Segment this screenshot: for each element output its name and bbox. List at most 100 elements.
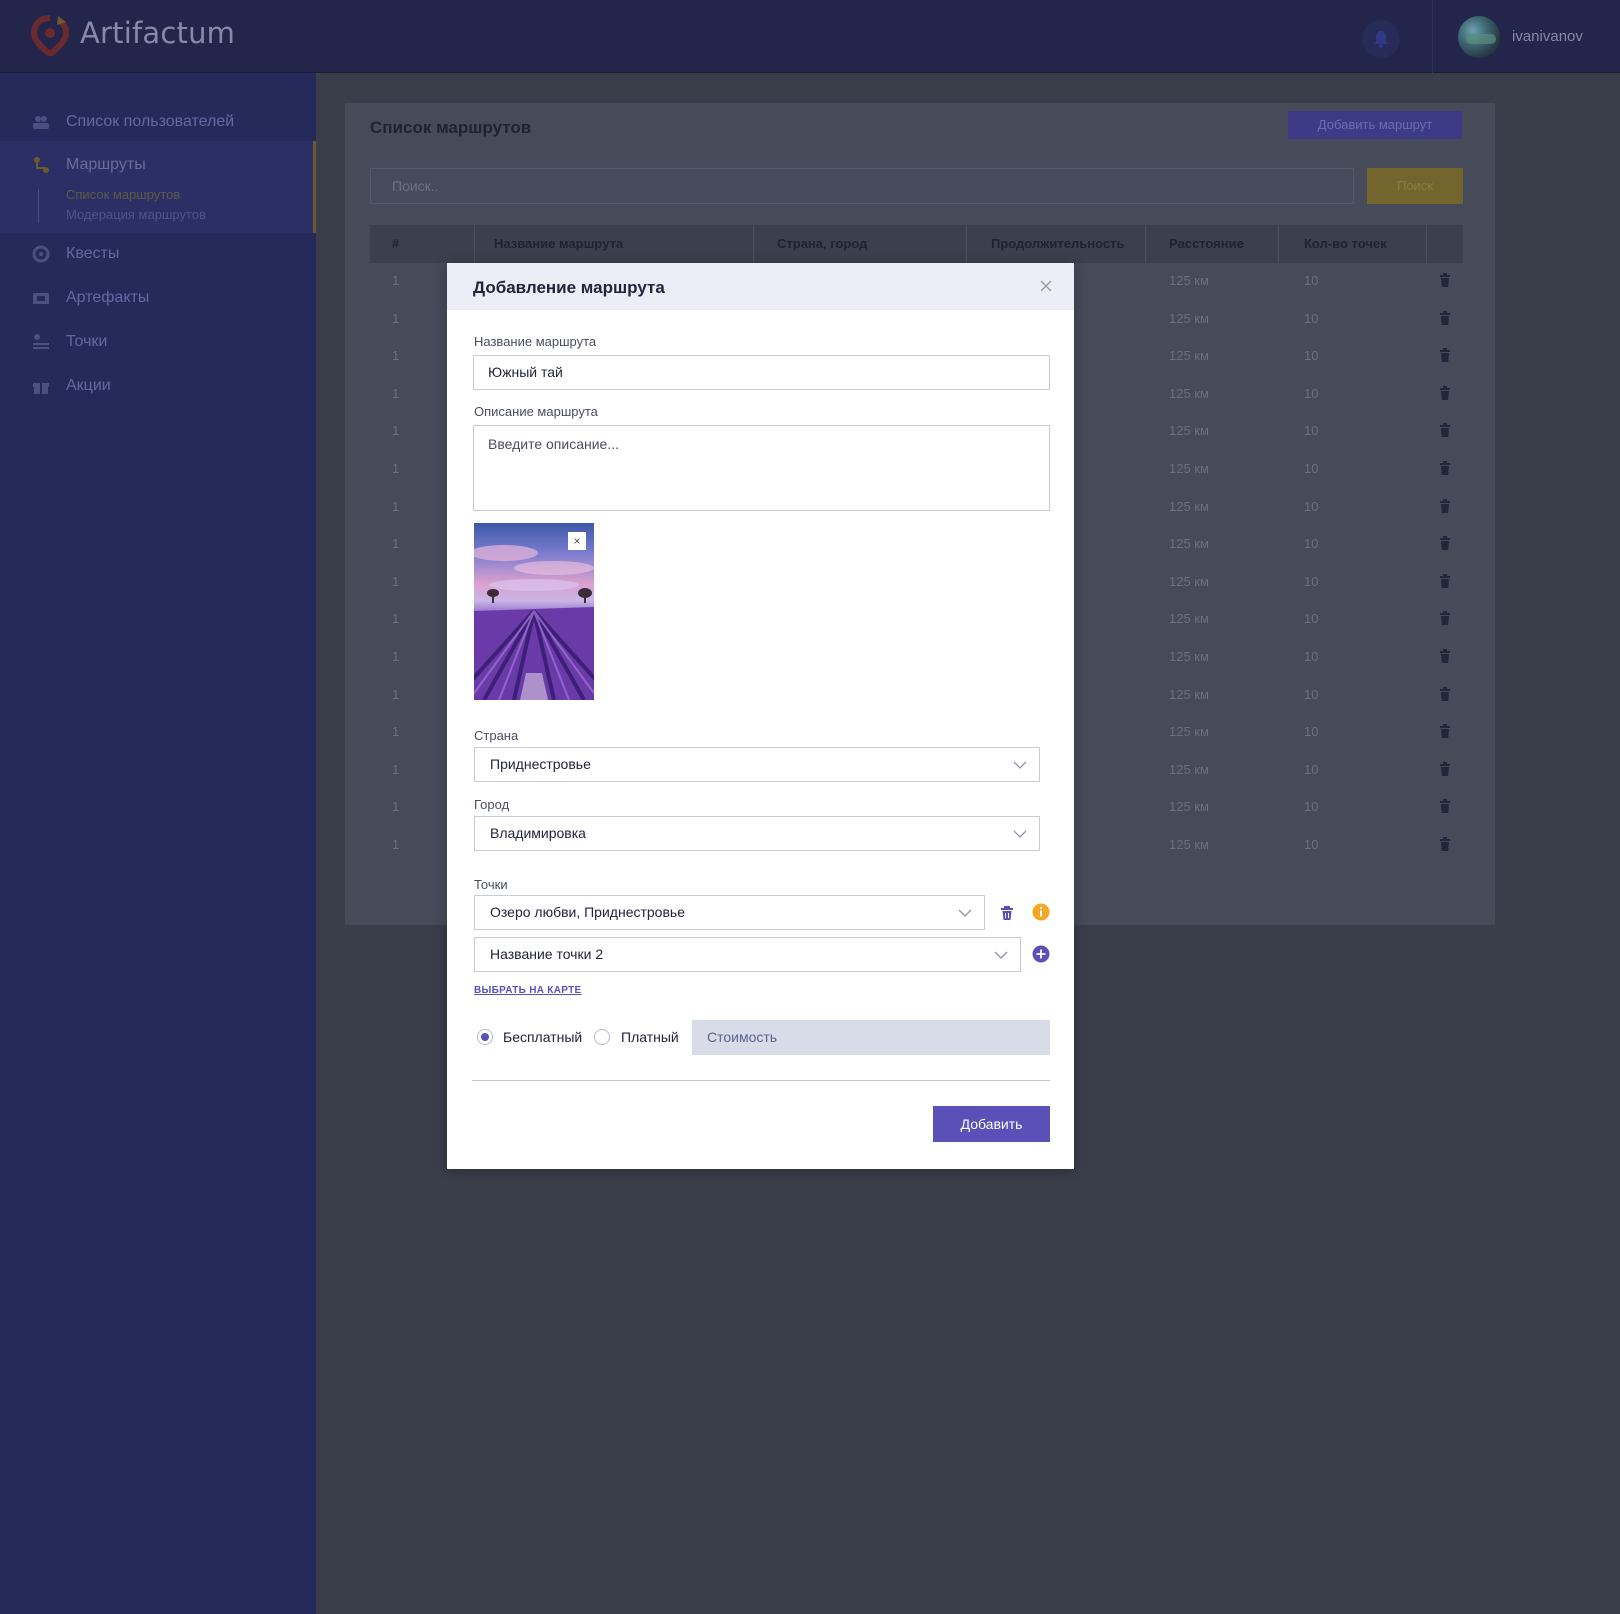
row-points-count: 10 (1304, 310, 1319, 326)
row-number: 1 (392, 573, 400, 589)
sidebar-item-artifacts[interactable]: Артефакты (0, 277, 316, 321)
row-points-count: 10 (1304, 611, 1319, 627)
info-icon[interactable] (1032, 903, 1050, 921)
country-label: Страна (474, 728, 519, 743)
delete-row-icon[interactable] (1439, 423, 1451, 438)
column-divider (1426, 225, 1427, 263)
row-points-count: 10 (1304, 837, 1319, 852)
delete-row-icon[interactable] (1439, 761, 1451, 776)
delete-row-icon[interactable] (1439, 799, 1451, 814)
route-icon (34, 157, 49, 173)
column-divider (966, 225, 967, 263)
sidebar-item-label: Квесты (66, 245, 120, 262)
city-value: Владимировка (490, 825, 586, 841)
row-number: 1 (392, 461, 400, 476)
column-divider (474, 225, 475, 263)
sidebar-item-quests[interactable]: Квесты (0, 233, 316, 277)
row-points-count: 10 (1304, 761, 1319, 777)
sidebar-item-users[interactable]: Список пользователей (0, 101, 316, 145)
point-1-select[interactable]: Озеро любви, Приднестровье (474, 895, 985, 930)
row-distance: 125 км (1169, 649, 1209, 664)
sidebar-item-label: Маршруты (66, 156, 146, 173)
row-points-count: 10 (1304, 461, 1319, 476)
delete-row-icon[interactable] (1439, 385, 1451, 400)
row-number: 1 (392, 686, 400, 702)
add-point-icon[interactable] (1032, 945, 1050, 963)
sidebar-item-promotions[interactable]: Акции (0, 365, 316, 409)
row-number: 1 (392, 837, 400, 852)
sidebar-subitem-route-moderation[interactable]: Модерация маршрутов (66, 207, 206, 222)
quest-icon (32, 245, 50, 263)
country-select[interactable]: Приднестровье (474, 747, 1040, 782)
delete-row-icon[interactable] (1439, 573, 1451, 588)
choose-on-map-link[interactable]: ВЫБРАТЬ НА КАРТЕ (474, 985, 581, 996)
row-distance: 125 км (1169, 837, 1209, 852)
delete-row-icon[interactable] (1439, 348, 1451, 363)
column-header: Расстояние (1169, 236, 1244, 251)
free-radio-label: Бесплатный (503, 1029, 583, 1045)
row-number: 1 (392, 310, 400, 326)
country-value: Приднестровье (490, 756, 591, 772)
row-distance: 125 км (1169, 724, 1209, 740)
row-points-count: 10 (1304, 799, 1319, 815)
modal-header: Добавление маршрута (447, 263, 1074, 310)
row-points-count: 10 (1304, 385, 1319, 401)
delete-row-icon[interactable] (1439, 498, 1451, 513)
point-2-select[interactable]: Название точки 2 (474, 937, 1021, 972)
point-2-value: Название точки 2 (490, 946, 604, 962)
paid-radio[interactable] (594, 1029, 610, 1045)
delete-row-icon[interactable] (1439, 686, 1451, 701)
add-route-button[interactable]: Добавить маршрут (1288, 111, 1462, 139)
row-distance: 125 км (1169, 611, 1209, 627)
column-header: # (392, 236, 400, 251)
row-points-count: 10 (1304, 573, 1319, 589)
artifact-icon (33, 293, 49, 304)
table-header: # Название маршрута Страна, город Продол… (370, 225, 1463, 263)
avatar[interactable] (1458, 16, 1500, 58)
notifications-button[interactable] (1362, 20, 1400, 58)
gift-icon (33, 383, 49, 394)
row-distance: 125 км (1169, 761, 1209, 777)
search-input[interactable]: Поиск.. (370, 168, 1354, 204)
point-1-value: Озеро любви, Приднестровье (490, 904, 685, 920)
submit-button[interactable]: Добавить (933, 1106, 1050, 1142)
row-number: 1 (392, 536, 400, 552)
sidebar-item-routes[interactable]: Маршруты (0, 144, 316, 188)
bell-icon (1374, 31, 1388, 48)
row-number: 1 (392, 724, 400, 740)
route-photo: × (474, 523, 594, 700)
row-distance: 125 км (1169, 498, 1209, 514)
city-select[interactable]: Владимировка (474, 816, 1040, 851)
delete-row-icon[interactable] (1439, 536, 1451, 551)
delete-point-icon[interactable] (998, 904, 1016, 922)
delete-row-icon[interactable] (1439, 724, 1451, 739)
chevron-down-icon (994, 951, 1008, 959)
sidebar-subitem-route-list[interactable]: Список маршрутов (66, 187, 180, 202)
delete-row-icon[interactable] (1439, 649, 1451, 663)
row-distance: 125 км (1169, 536, 1209, 552)
route-description-textarea[interactable]: Введите описание... (473, 425, 1050, 511)
delete-row-icon[interactable] (1439, 461, 1451, 475)
sidebar-item-label: Список пользователей (66, 113, 235, 130)
add-route-modal: Добавление маршрута Название маршрута Юж… (447, 263, 1074, 1169)
row-points-count: 10 (1304, 686, 1319, 702)
cost-input[interactable]: Стоимость (692, 1020, 1050, 1055)
paid-radio-label: Платный (621, 1029, 679, 1045)
username[interactable]: ivanivanov (1512, 28, 1583, 45)
row-number: 1 (392, 611, 400, 627)
search-button[interactable]: Поиск (1367, 168, 1463, 204)
route-name-input[interactable]: Южный тай (473, 355, 1050, 390)
delete-row-icon[interactable] (1439, 310, 1451, 325)
row-distance: 125 км (1169, 423, 1209, 439)
sidebar-item-points[interactable]: Точки (0, 321, 316, 365)
free-radio[interactable] (477, 1029, 493, 1045)
delete-row-icon[interactable] (1439, 837, 1451, 851)
column-header: Продолжительность (991, 236, 1125, 251)
delete-row-icon[interactable] (1439, 611, 1451, 626)
close-icon[interactable] (1037, 277, 1055, 295)
row-points-count: 10 (1304, 724, 1319, 740)
route-description-label: Описание маршрута (474, 404, 598, 419)
delete-row-icon[interactable] (1439, 273, 1451, 287)
row-number: 1 (392, 423, 400, 439)
remove-photo-button[interactable]: × (568, 532, 586, 550)
